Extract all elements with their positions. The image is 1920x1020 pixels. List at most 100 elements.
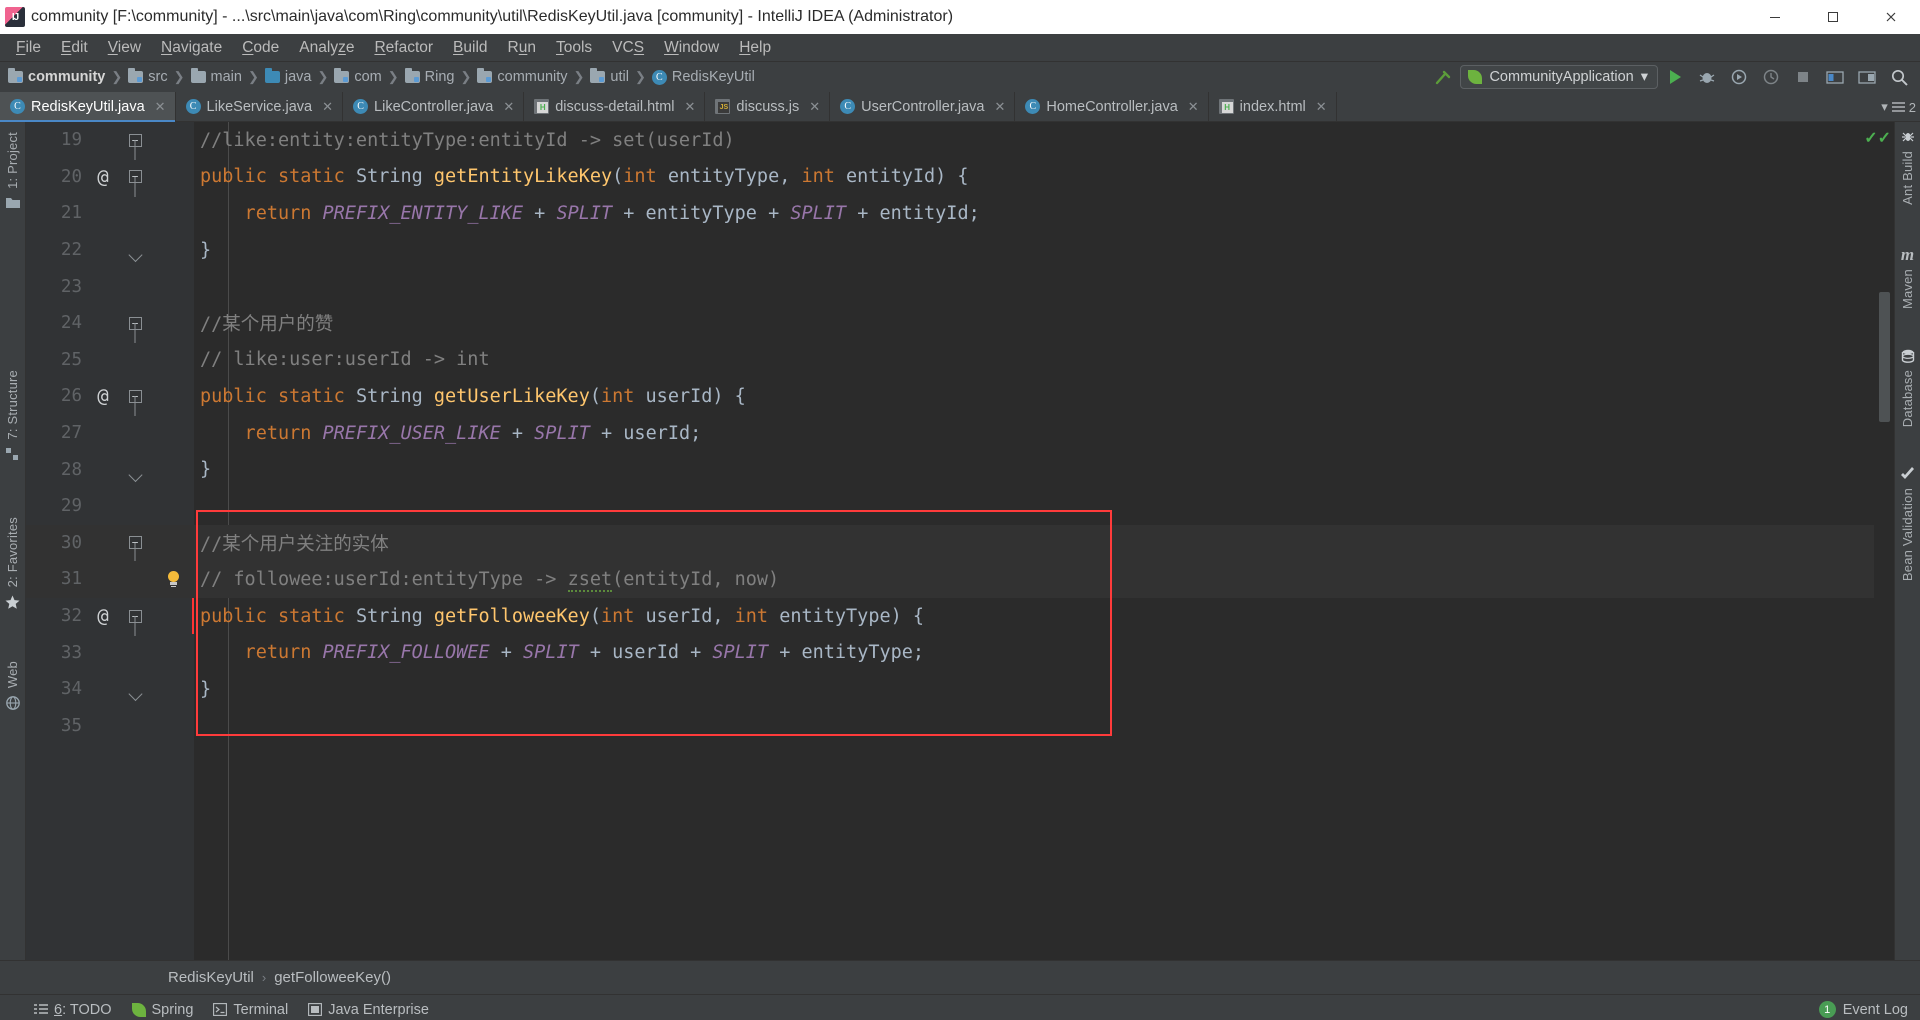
breadcrumb-item-java[interactable]: java (263, 68, 314, 85)
gutter-marker-slot[interactable] (152, 570, 194, 588)
fold-collapse-icon[interactable]: − (128, 316, 142, 330)
code-text[interactable]: public static String getEntityLikeKey(in… (194, 166, 1894, 187)
breadcrumb-item-main[interactable]: main (189, 68, 244, 85)
code-folding-control[interactable]: − (118, 316, 152, 330)
code-text[interactable]: // like:user:userId -> int (194, 349, 1894, 370)
code-text[interactable]: } (194, 240, 1894, 261)
fold-collapse-icon[interactable]: − (128, 170, 142, 184)
breadcrumb-item-community-root[interactable]: community (6, 68, 107, 85)
menu-build[interactable]: Build (443, 37, 497, 59)
breadcrumb-item-community-pkg[interactable]: community (475, 68, 569, 85)
breadcrumb-item-src[interactable]: src (126, 68, 169, 85)
tool-window-spring[interactable]: Spring (131, 1002, 193, 1018)
run-with-coverage-button[interactable] (1724, 64, 1754, 90)
menu-window[interactable]: Window (654, 37, 729, 59)
code-line[interactable]: 31 // followee:userId:entityType -> zset(… (26, 561, 1894, 598)
close-icon[interactable]: ✕ (1316, 99, 1327, 115)
tool-window-java-enterprise[interactable]: Java Enterprise (308, 1002, 429, 1018)
structure-icon[interactable] (6, 447, 19, 464)
code-text[interactable]: } (194, 459, 1894, 480)
close-button[interactable] (1862, 0, 1920, 34)
sidebar-item-database[interactable]: Database (1900, 349, 1915, 427)
update-project-button[interactable] (1820, 64, 1850, 90)
code-line[interactable]: 19 − //like:entity:entityType:entityId -> … (26, 122, 1894, 159)
code-line[interactable]: 33 return PREFIX_FOLLOWEE + SPLIT + user… (26, 634, 1894, 671)
profile-button[interactable] (1756, 64, 1786, 90)
close-icon[interactable]: ✕ (503, 99, 514, 115)
code-text[interactable]: //某个用户关注的实体 (194, 530, 1894, 556)
code-text[interactable]: public static String getFolloweeKey(int … (194, 606, 1894, 627)
run-configuration-selector[interactable]: CommunityApplication ▾ (1460, 65, 1658, 89)
code-text[interactable]: //like:entity:entityType:entityId -> set… (194, 130, 1894, 151)
editor-tab-likecontroller[interactable]: C LikeController.java ✕ (343, 92, 525, 121)
editor-tab-discuss-js[interactable]: discuss.js ✕ (705, 92, 831, 121)
stop-button[interactable] (1788, 64, 1818, 90)
run-button[interactable] (1660, 64, 1690, 90)
breadcrumb-item-com[interactable]: com (332, 68, 383, 85)
menu-view[interactable]: View (98, 37, 151, 59)
code-editor[interactable]: 19 − //like:entity:entityType:entityId -> … (26, 122, 1894, 960)
breadcrumb-method[interactable]: getFolloweeKey() (274, 969, 391, 986)
editor-tab-discuss-detail[interactable]: discuss-detail.html ✕ (524, 92, 706, 121)
intention-bulb-icon[interactable] (167, 570, 180, 588)
scrollbar-thumb[interactable] (1879, 292, 1890, 422)
event-log-control[interactable]: 1 Event Log (1818, 1001, 1908, 1018)
breadcrumb-item-util[interactable]: util (588, 68, 631, 85)
close-icon[interactable]: ✕ (1188, 99, 1199, 115)
code-line[interactable]: 25 // like:user:userId -> int (26, 342, 1894, 379)
menu-file[interactable]: File (6, 37, 51, 59)
project-files-icon[interactable] (5, 197, 20, 212)
code-line[interactable]: 34} (26, 671, 1894, 708)
code-line[interactable]: 27 return PREFIX_USER_LIKE + SPLIT + use… (26, 415, 1894, 452)
fold-collapse-icon[interactable]: − (128, 609, 142, 623)
editor-tab-usercontroller[interactable]: C UserController.java ✕ (830, 92, 1016, 121)
close-icon[interactable]: ✕ (322, 99, 333, 115)
breadcrumb-item-rediskeyutil[interactable]: C RedisKeyUtil (650, 69, 757, 85)
build-hammer-icon[interactable] (1428, 64, 1458, 90)
code-text[interactable]: } (194, 679, 1894, 700)
menu-navigate[interactable]: Navigate (151, 37, 232, 59)
code-line[interactable]: 28} (26, 451, 1894, 488)
sidebar-item-bean-validation[interactable]: Bean Validation (1900, 467, 1915, 581)
code-folding-control[interactable]: − (118, 609, 152, 623)
code-folding-control[interactable]: − (118, 170, 152, 184)
menu-vcs[interactable]: VCS (602, 37, 654, 59)
code-text[interactable]: return PREFIX_USER_LIKE + SPLIT + userId… (194, 423, 1894, 444)
sidebar-item-structure[interactable]: 7: Structure (5, 370, 20, 440)
code-line[interactable]: 24 − //某个用户的赞 (26, 305, 1894, 342)
editor-tab-homecontroller[interactable]: C HomeController.java ✕ (1015, 92, 1209, 121)
code-folding-control[interactable]: − (118, 536, 152, 550)
code-text[interactable]: //某个用户的赞 (194, 310, 1894, 336)
editor-tab-rediskeyutil[interactable]: C RedisKeyUtil.java ✕ (0, 92, 176, 122)
code-line[interactable]: 21 return PREFIX_ENTITY_LIKE + SPLIT + e… (26, 195, 1894, 232)
code-folding-control[interactable]: − (118, 389, 152, 403)
code-folding-control[interactable]: − (118, 133, 152, 147)
error-stripe-scrollbar[interactable]: ✓✓ (1864, 122, 1894, 960)
code-lines-container[interactable]: 19 − //like:entity:entityType:entityId -> … (26, 122, 1894, 960)
web-globe-icon[interactable] (5, 696, 20, 713)
code-line[interactable]: 26 @ − public static String getUserLikeKey(… (26, 378, 1894, 415)
search-everywhere-button[interactable] (1884, 64, 1914, 90)
tool-window-terminal[interactable]: Terminal (213, 1002, 288, 1018)
sidebar-item-favorites[interactable]: 2: Favorites (5, 517, 20, 587)
code-text[interactable]: public static String getUserLikeKey(int … (194, 386, 1894, 407)
code-line[interactable]: 35 (26, 708, 1894, 745)
tool-window-todo[interactable]: 6: TODO (34, 1002, 112, 1018)
breadcrumb-class[interactable]: RedisKeyUtil (168, 969, 254, 986)
fold-collapse-icon[interactable]: − (128, 536, 142, 550)
menu-refactor[interactable]: Refactor (364, 37, 443, 59)
annotation-marker-icon[interactable]: @ (88, 385, 118, 407)
menu-code[interactable]: Code (232, 37, 289, 59)
settings-button[interactable] (1852, 64, 1882, 90)
minimize-button[interactable] (1746, 0, 1804, 34)
sidebar-item-ant-build[interactable]: Ant Build (1900, 130, 1915, 205)
sidebar-item-web[interactable]: Web (5, 661, 20, 688)
code-line[interactable]: 20 @ − public static String getEntityLikeKe… (26, 159, 1894, 196)
breadcrumb-item-ring[interactable]: Ring (403, 68, 457, 85)
code-text[interactable]: // followee:userId:entityType -> zset(en… (194, 568, 1894, 592)
code-text[interactable]: return PREFIX_FOLLOWEE + SPLIT + userId … (194, 642, 1894, 663)
fold-collapse-icon[interactable]: − (128, 389, 142, 403)
code-text[interactable]: return PREFIX_ENTITY_LIKE + SPLIT + enti… (194, 203, 1894, 224)
annotation-marker-icon[interactable]: @ (88, 605, 118, 627)
fold-collapse-icon[interactable]: − (128, 133, 142, 147)
